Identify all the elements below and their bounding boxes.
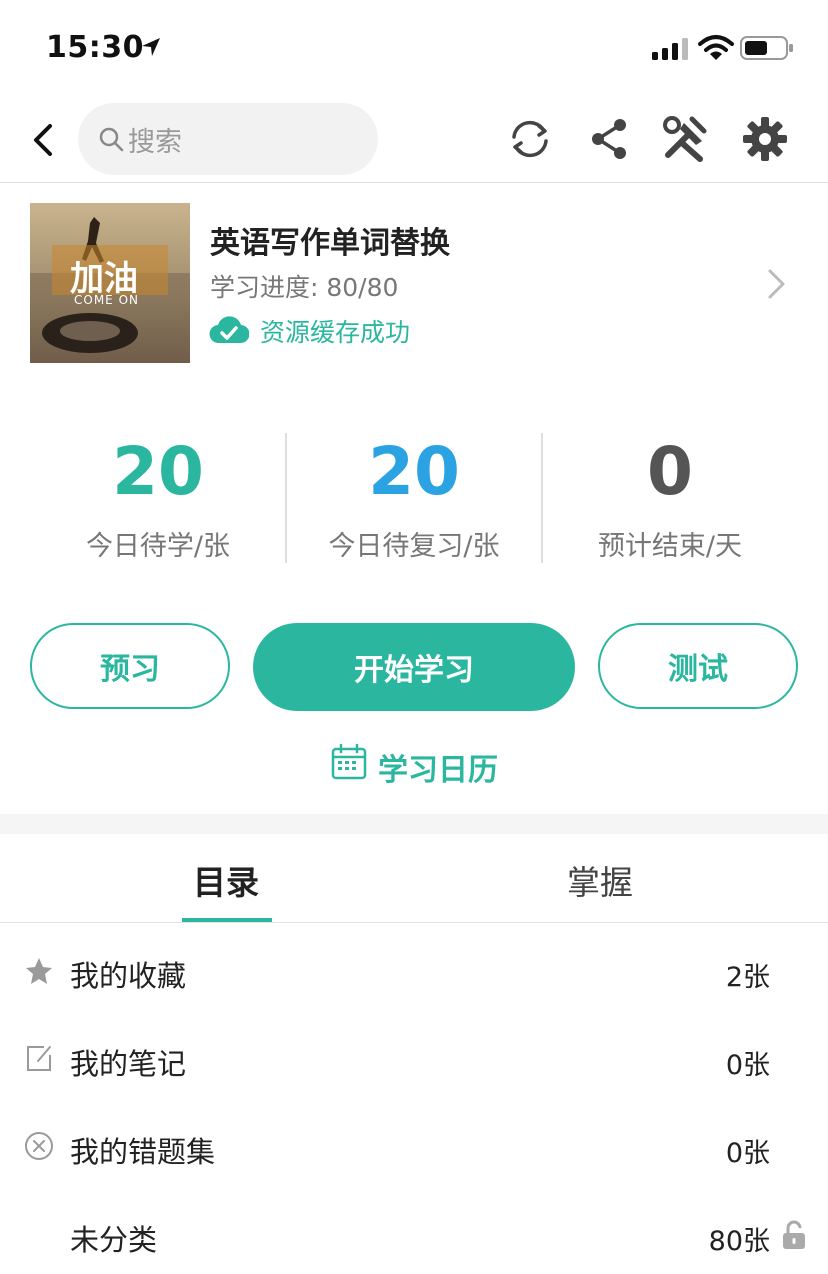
preview-button[interactable]: 预习 [30,623,230,709]
list-item-count: 80张 [708,1226,770,1257]
location-arrow-icon [142,38,160,56]
battery-icon [740,36,793,60]
settings-gear-icon[interactable] [741,115,789,163]
stat-days-left-label: 预计结束/天 [597,531,743,562]
lock-icon [783,1220,805,1249]
stat-days-left-value: 0 [647,433,693,510]
stat-to-review: 20 今日待复习/张 [286,430,542,563]
list-item-count: 2张 [725,962,770,993]
cellular-signal-icon [652,38,688,60]
cover-subtitle: COME ON [74,293,139,307]
tab-catalog[interactable]: 目录 [193,856,259,904]
section-separator [0,814,828,834]
stat-to-learn-value: 20 [112,433,204,510]
circle-x-icon [25,1132,53,1160]
sync-icon[interactable] [506,115,554,163]
book-cover-image[interactable]: 加油 COME ON [30,203,190,363]
tab-mastered[interactable]: 掌握 [567,856,633,904]
back-button[interactable] [28,122,62,158]
test-button[interactable]: 测试 [598,623,798,709]
share-icon[interactable] [586,115,634,163]
list-item-count: 0张 [725,1050,770,1081]
wifi-icon [698,35,734,60]
cloud-check-icon [209,316,249,344]
search-icon [99,127,124,152]
search-placeholder: 搜索 [128,127,182,158]
list-item-label: 未分类 [70,1223,158,1257]
stat-to-learn-label: 今日待学/张 [85,531,231,562]
stat-to-review-value: 20 [368,433,460,510]
list-item-count: 0张 [725,1138,770,1169]
list-item-label: 我的笔记 [70,1047,187,1081]
stat-days-left: 0 预计结束/天 [542,430,798,563]
book-title[interactable]: 英语写作单词替换 [210,218,450,262]
cache-status: 资源缓存成功 [260,318,411,347]
tabs-divider [0,922,828,923]
list-item-label: 我的收藏 [70,959,187,993]
stat-to-learn: 20 今日待学/张 [30,430,286,563]
chevron-right-icon[interactable] [766,268,788,300]
calendar-icon[interactable] [330,743,368,781]
stat-to-review-label: 今日待复习/张 [328,531,500,562]
status-time: 15:30 [46,30,144,65]
study-calendar-link[interactable]: 学习日历 [378,745,498,789]
star-icon [26,958,52,984]
tools-icon[interactable] [662,115,710,163]
study-progress: 学习进度: 80/80 [210,273,399,302]
list-item-label: 我的错题集 [70,1135,216,1169]
edit-note-icon [27,1046,51,1071]
start-learning-button[interactable]: 开始学习 [253,623,575,711]
